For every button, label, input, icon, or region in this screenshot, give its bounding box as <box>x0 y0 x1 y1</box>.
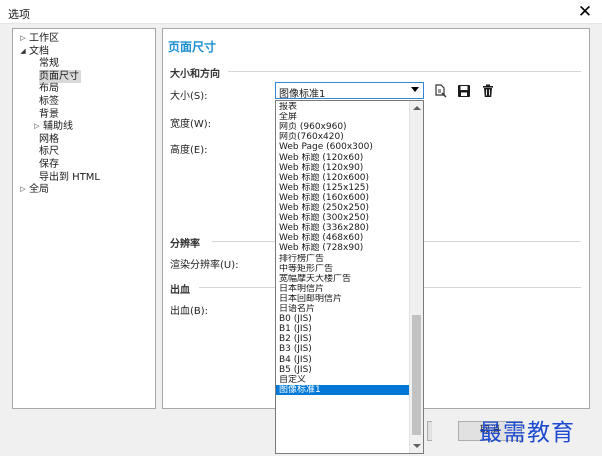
section-size-orientation: 大小和方向 <box>170 69 220 80</box>
tree-item[interactable]: 标尺 <box>39 145 59 158</box>
tree-item[interactable]: ▷ 全局 <box>19 183 49 196</box>
trash-icon[interactable] <box>481 84 495 98</box>
expand-arrow-icon[interactable]: ▷ <box>19 183 27 196</box>
tree-item[interactable]: 页面尺寸 <box>39 69 81 83</box>
dropdown-option[interactable]: 报表 <box>276 102 409 112</box>
dropdown-option[interactable]: 宽幅摩天大楼广告 <box>276 274 409 284</box>
dropdown-option[interactable]: B4 (JIS) <box>276 355 409 365</box>
section-resolution: 分辨率 <box>170 239 200 250</box>
tree-item-label: 工作区 <box>29 33 59 44</box>
dropdown-option[interactable]: 自定义 <box>276 375 409 385</box>
dropdown-option[interactable]: Web Page (600x300) <box>276 142 409 152</box>
close-icon[interactable]: ✕ <box>574 1 596 23</box>
scroll-down-icon[interactable] <box>413 444 421 448</box>
dropdown-option[interactable]: 中等矩形广告 <box>276 264 409 274</box>
dropdown-option[interactable]: 日本明信片 <box>276 284 409 294</box>
dropdown-option[interactable]: B1 (JIS) <box>276 324 409 334</box>
section-divider <box>228 71 581 72</box>
dropdown-option[interactable]: Web 标题 (120x60) <box>276 153 409 163</box>
tree-item[interactable]: 标签 <box>39 95 59 108</box>
dropdown-option[interactable]: 网页(760x420) <box>276 132 409 142</box>
dropdown-option[interactable]: 日本回邮明信片 <box>276 294 409 304</box>
tree-item[interactable]: 网格 <box>39 133 59 146</box>
dropdown-option[interactable]: Web 标题 (300x250) <box>276 213 409 223</box>
window-title: 选项 <box>8 8 30 21</box>
ok-button[interactable] <box>427 421 432 441</box>
tree-item-label: 导出到 HTML <box>39 171 101 183</box>
tree-item-label: 页面尺寸 <box>39 70 79 82</box>
dropdown-option[interactable]: 图像标准1 <box>276 384 409 395</box>
dropdown-option[interactable]: Web 标题 (160x600) <box>276 193 409 203</box>
tree-item-label: 布局 <box>39 83 59 95</box>
save-icon[interactable] <box>457 84 471 98</box>
dropdown-option[interactable]: 日语名片 <box>276 304 409 314</box>
tree-item[interactable]: 常规 <box>39 57 59 70</box>
tree-item-label: 常规 <box>39 58 59 70</box>
page-title: 页面尺寸 <box>168 40 217 54</box>
dropdown-option[interactable]: Web 标题 (125x125) <box>276 183 409 193</box>
tree-item-label: 标尺 <box>39 146 59 158</box>
dropdown-option[interactable]: Web 标题 (336x280) <box>276 223 409 233</box>
dropdown-option[interactable]: B0 (JIS) <box>276 314 409 324</box>
options-tree[interactable]: ▷ 工作区 ◢ 文档 常规 页面尺寸 布局 标签 背景 ▷ 辅助线 网格 标尺 保存 导出到 HTML ▷ 全局 <box>12 28 156 409</box>
dropdown-option[interactable]: 网页 (960x960) <box>276 122 409 132</box>
tree-item-label: 标签 <box>39 96 59 107</box>
tree-item-label: 文档 <box>29 45 49 57</box>
tree-item[interactable]: 布局 <box>39 82 59 95</box>
size-label: 大小(S): <box>170 91 208 102</box>
scroll-up-icon[interactable] <box>413 106 421 110</box>
tree-item-label: 全局 <box>29 184 49 196</box>
section-bleed: 出血 <box>170 285 190 296</box>
collapse-arrow-icon[interactable]: ◢ <box>19 45 27 58</box>
tree-item-label: 保存 <box>39 159 59 170</box>
page-size-dropdown-list[interactable]: 报表 全屏 网页 (960x960) 网页(760x420) Web Page (600… <box>275 100 424 454</box>
dropdown-option[interactable]: Web 标题 (120x600) <box>276 173 409 183</box>
dropdown-option[interactable]: B5 (JIS) <box>276 365 409 375</box>
dropdown-option[interactable]: Web 标题 (728x90) <box>276 243 409 253</box>
watermark-logo: 最需教育 <box>479 420 575 446</box>
dropdown-option[interactable]: Web 标题 (468x60) <box>276 233 409 243</box>
chevron-down-icon[interactable] <box>411 87 419 92</box>
title-bar: 选项 ✕ <box>0 0 602 24</box>
dropdown-scrollbar[interactable] <box>409 101 423 453</box>
expand-arrow-icon[interactable]: ▷ <box>19 32 27 45</box>
tree-item[interactable]: 保存 <box>39 158 59 171</box>
tree-item[interactable]: 背景 <box>39 108 59 121</box>
tree-item-label: 网格 <box>39 133 59 145</box>
dropdown-option[interactable]: 排行榜广告 <box>276 254 409 264</box>
width-label: 宽度(W): <box>170 119 212 130</box>
tree-item-label: 背景 <box>39 108 59 120</box>
render-resolution-label: 渲染分辨率(U): <box>170 260 239 271</box>
dropdown-option[interactable]: 全屏 <box>276 112 409 122</box>
dropdown-option[interactable]: B3 (JIS) <box>276 344 409 354</box>
page-size-value: 图像标准1 <box>279 89 326 100</box>
height-label: 高度(E): <box>170 145 208 156</box>
tree-item[interactable]: 导出到 HTML <box>39 171 100 184</box>
dropdown-option[interactable]: Web 标题 (250x250) <box>276 203 409 213</box>
dropdown-option[interactable]: B2 (JIS) <box>276 334 409 344</box>
dropdown-option[interactable]: Web 标题 (120x90) <box>276 163 409 173</box>
page-copy-icon[interactable] <box>433 84 447 98</box>
scroll-thumb[interactable] <box>412 315 421 435</box>
page-size-combo[interactable]: 图像标准1 <box>275 82 424 100</box>
tree-item[interactable]: ▷ 工作区 <box>19 32 59 45</box>
tree-item-label: 辅助线 <box>43 121 73 133</box>
bleed-label: 出血(B): <box>170 306 209 317</box>
tree-item[interactable]: ◢ 文档 <box>19 45 49 58</box>
tree-item[interactable]: ▷ 辅助线 <box>33 120 73 133</box>
expand-arrow-icon[interactable]: ▷ <box>33 120 41 133</box>
